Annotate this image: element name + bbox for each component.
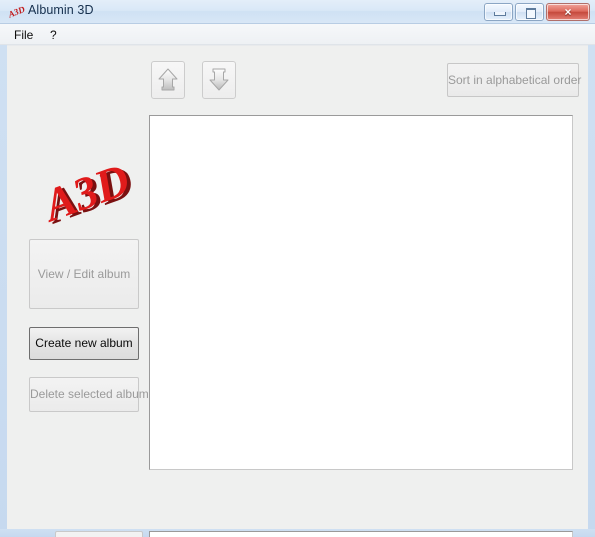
album-list[interactable] (149, 115, 573, 470)
menu-item-help[interactable]: ? (44, 27, 63, 43)
window-controls: × (484, 3, 590, 21)
minimize-button[interactable] (484, 3, 513, 21)
window-title: Albumin 3D (28, 3, 94, 17)
move-down-button[interactable] (202, 61, 236, 99)
title-bar: A3D Albumin 3D × (0, 0, 595, 24)
menu-bar: File ? (0, 24, 595, 45)
album-name-input[interactable] (149, 531, 573, 537)
window-frame-left (0, 45, 7, 537)
close-button[interactable]: × (546, 3, 590, 21)
close-icon: × (564, 5, 572, 19)
application-window: A3D Albumin 3D × File ? Sort in alphabet… (0, 0, 595, 537)
window-frame-right (588, 45, 595, 537)
delete-selected-album-button[interactable]: Delete selected album (29, 377, 149, 412)
menu-item-file[interactable]: File (8, 27, 39, 43)
view-edit-album-button[interactable]: View / Edit album (29, 239, 139, 309)
client-area: Sort in alphabetical order A3D A3D View … (7, 45, 588, 537)
svg-text:A3D: A3D (7, 4, 25, 20)
edit-button[interactable]: Edit (55, 531, 143, 537)
a3d-logo-icon: A3D (7, 4, 25, 20)
maximize-button[interactable] (515, 3, 544, 21)
a3d-brand-logo: A3D A3D (35, 150, 147, 232)
create-new-album-button[interactable]: Create new album (29, 327, 139, 360)
sort-alphabetical-button[interactable]: Sort in alphabetical order (447, 63, 581, 97)
move-up-button[interactable] (151, 61, 185, 99)
